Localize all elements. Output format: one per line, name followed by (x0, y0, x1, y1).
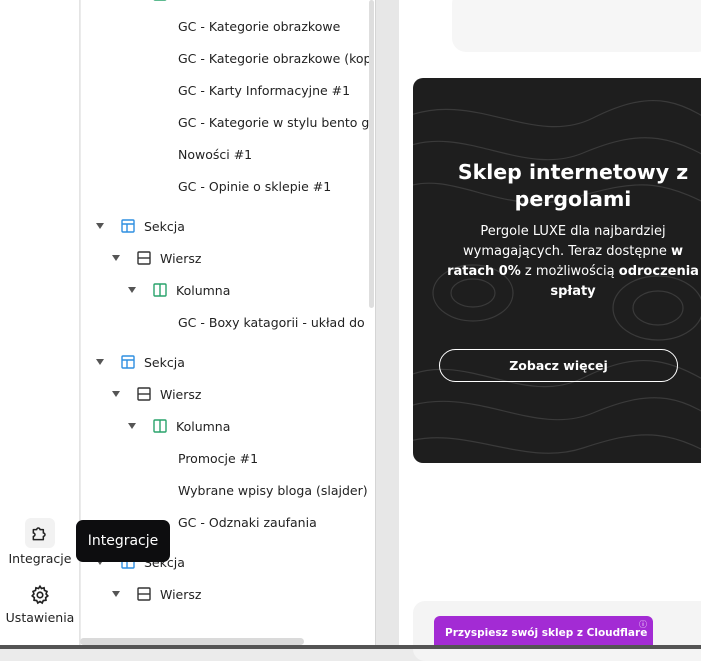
tree-item-label: Kolumna (176, 418, 231, 434)
tree-item-label: GC - Kategorie obrazkowe (178, 18, 341, 34)
tree-item-widget[interactable]: GC - Boxy katagorii - układ do 6 b (81, 306, 369, 338)
tree-item-label: GC - Karty Informacyjne #1 (178, 82, 351, 98)
section-layout-icon (121, 219, 135, 233)
tree-item-column[interactable]: Kolumna (81, 0, 369, 10)
tree-item-widget[interactable]: GC - Kategorie w stylu bento grid (81, 106, 369, 138)
tree-item-widget[interactable]: Promocje #1 (81, 442, 369, 474)
tree-item-widget[interactable]: Nowości #1 (81, 138, 369, 170)
column-layout-icon (153, 0, 167, 1)
caret-down-icon[interactable] (95, 357, 105, 367)
cloudflare-banner-text: Przyspiesz swój sklep z Cloudflare (445, 627, 648, 639)
caret-down-icon[interactable] (127, 285, 137, 295)
tree-item-label: Sekcja (144, 218, 185, 234)
see-more-button[interactable]: Zobacz więcej (439, 349, 678, 382)
tree-horizontal-scrollbar[interactable] (80, 638, 304, 645)
hero-text-2: z możliwością (520, 264, 619, 279)
section-layout-icon (121, 355, 135, 369)
tree-item-label: GC - Kategorie w stylu bento grid (178, 114, 369, 130)
column-layout-icon (153, 419, 167, 433)
tree-item-widget[interactable]: GC - Kategorie obrazkowe (81, 10, 369, 42)
tree-item-widget[interactable]: GC - Kategorie obrazkowe (kopia) (81, 42, 369, 74)
tree-item-section[interactable]: Sekcja (81, 346, 369, 378)
tree-item-label: Promocje #1 (178, 450, 259, 466)
hero-banner[interactable]: Sklep internetowy z pergolami Pergole LU… (413, 78, 701, 463)
tree-item-label: Wiersz (160, 250, 202, 266)
tree-item-label: Wybrane wpisy bloga (slajder) #1 (178, 482, 369, 498)
settings-label: Ustawienia (5, 610, 75, 625)
tree-item-widget[interactable]: Wybrane wpisy bloga (slajder) #1 (81, 474, 369, 506)
preview-card-top (452, 0, 701, 52)
tree-item-label: GC - Kategorie obrazkowe (kopia) (178, 50, 369, 66)
tree-vertical-scrollbar[interactable] (369, 0, 374, 308)
caret-down-icon[interactable] (111, 389, 121, 399)
puzzle-icon (32, 527, 46, 541)
tree-item-label: Wiersz (160, 586, 202, 602)
tree-item-label: Sekcja (144, 354, 185, 370)
column-layout-icon (153, 283, 167, 297)
caret-down-icon[interactable] (111, 589, 121, 599)
caret-down-icon[interactable] (95, 221, 105, 231)
hero-text-1: Pergole LUXE dla najbardziej wymagającyc… (463, 224, 671, 259)
row-layout-icon (137, 251, 151, 265)
tree-item-label: Nowości #1 (178, 146, 253, 162)
panel-divider[interactable] (375, 0, 399, 649)
tree-item-label: GC - Boxy katagorii - układ do 6 b (178, 314, 369, 330)
bottom-strip (0, 645, 701, 649)
integrations-tooltip: Integracje (76, 520, 170, 562)
integrations-nav-button[interactable]: Integracje (0, 518, 80, 566)
tree-item-widget[interactable]: GC - Karty Informacyjne #1 (81, 74, 369, 106)
integrations-label: Integracje (8, 551, 72, 566)
caret-down-icon[interactable] (111, 253, 121, 263)
tree-item-label: GC - Opinie o sklepie #1 (178, 178, 332, 194)
row-layout-icon (137, 387, 151, 401)
gear-icon (31, 584, 49, 605)
tree-item-section[interactable]: Sekcja (81, 210, 369, 242)
hero-description: Pergole LUXE dla najbardziej wymagającyc… (443, 222, 701, 302)
tree-item-row[interactable]: Wiersz (81, 242, 369, 274)
tree-item-label: Sekcja (144, 554, 185, 570)
tree-item-label: Wiersz (160, 386, 202, 402)
puzzle-icon-wrap (25, 518, 55, 548)
settings-nav-button[interactable]: Ustawienia (0, 584, 80, 625)
tree-item-label: GC - Odznaki zaufania (178, 514, 317, 530)
tree-item-label: Kolumna (176, 0, 369, 2)
info-icon[interactable]: ⓘ (639, 619, 647, 630)
hero-title: Sklep internetowy z pergolami (457, 160, 689, 211)
tree-item-widget[interactable]: GC - Opinie o sklepie #1 (81, 170, 369, 202)
tree-item-row[interactable]: Wiersz (81, 578, 369, 610)
tree-item-column[interactable]: Kolumna (81, 410, 369, 442)
left-rail: Integracje Ustawienia (0, 0, 80, 649)
tree-item-label: Kolumna (176, 282, 231, 298)
row-layout-icon (137, 587, 151, 601)
tree-item-row[interactable]: Wiersz (81, 378, 369, 410)
tree-item-column[interactable]: Kolumna (81, 274, 369, 306)
caret-down-icon[interactable] (127, 421, 137, 431)
